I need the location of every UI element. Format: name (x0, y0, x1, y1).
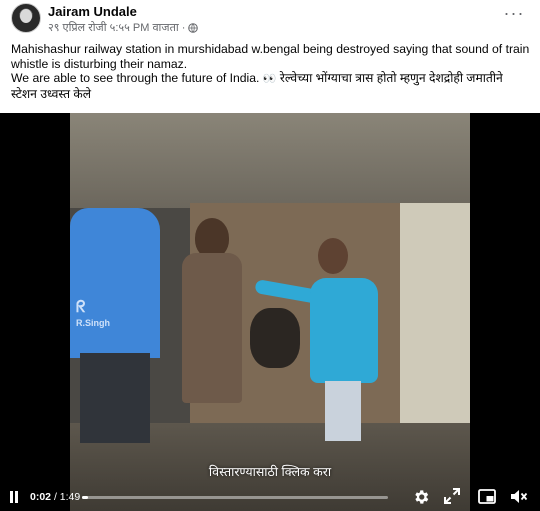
video-controls: 0:02 / 1:49 (0, 484, 540, 511)
meta-separator: · (181, 21, 186, 34)
author-name[interactable]: Jairam Undale (48, 4, 137, 19)
gear-icon[interactable] (412, 488, 430, 506)
video-kid-legs (325, 381, 361, 441)
globe-icon (188, 22, 199, 33)
post-text-line-2: We are able to see through the future of… (11, 71, 531, 101)
watermark-logo-icon: ᖇ (76, 299, 86, 316)
video-scene-ceiling (70, 113, 470, 208)
video-scene-wall-right (400, 203, 470, 443)
video-person-jacket (182, 253, 242, 403)
elapsed-time: 0:02 (30, 491, 52, 503)
video-person-blue-shirt (70, 208, 160, 358)
post-header: Jairam Undale २९ एप्रिल रोजी ५:५५ PM वाज… (0, 0, 540, 38)
video-person-blue-legs (80, 353, 150, 443)
watermark-text: R.Singh (76, 318, 110, 328)
click-to-expand-label[interactable]: विस्तारण्यासाठी क्लिक करा (0, 463, 540, 480)
duration-time: / 1:49 (53, 491, 81, 503)
video-person-jacket-head (195, 218, 229, 258)
video-time: 0:02 / 1:49 (30, 491, 80, 503)
picture-in-picture-icon[interactable] (478, 489, 496, 504)
video-kid-head (318, 238, 348, 274)
post-text-line-2-text: We are able to see through the future of… (11, 71, 263, 85)
avatar[interactable] (11, 3, 41, 33)
expand-icon[interactable] (444, 488, 460, 504)
video-kid-cyan-shirt (310, 278, 378, 383)
eyes-emoji-icon: 👀 (262, 73, 277, 85)
video-progress-fill (82, 496, 88, 499)
post-timestamp[interactable]: २९ एप्रिल रोजी ५:५५ PM वाजता (48, 20, 179, 35)
video-player[interactable]: ᖇ R.Singh विस्तारण्यासाठी क्लिक करा 0:02… (0, 113, 540, 511)
video-progress-bar[interactable] (82, 496, 388, 499)
post-text-line-1: Mahishashur railway station in murshidab… (11, 42, 530, 71)
pause-icon[interactable] (9, 491, 19, 503)
more-options-icon[interactable]: ··· (502, 4, 526, 26)
volume-muted-icon[interactable] (510, 488, 528, 505)
post-text: Mahishashur railway station in murshidab… (11, 42, 531, 101)
video-watermark: ᖇ R.Singh (76, 299, 110, 328)
post-meta: २९ एप्रिल रोजी ५:५५ PM वाजता · (48, 20, 199, 35)
video-frame[interactable]: ᖇ R.Singh (70, 113, 470, 511)
video-person-center (250, 308, 300, 368)
